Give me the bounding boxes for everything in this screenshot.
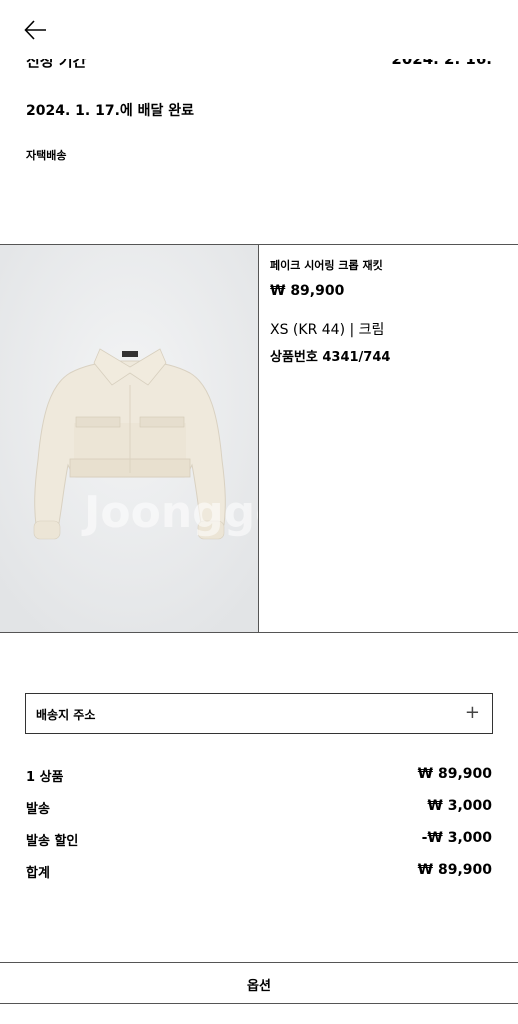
back-button[interactable] <box>22 16 50 44</box>
shipping-address-label: 배송지 주소 <box>36 708 96 722</box>
plus-icon[interactable]: + <box>465 702 480 723</box>
order-detail-page: 신청 기간 2024. 2. 16. 2024. 1. 17.에 배달 완료 자… <box>0 0 518 1024</box>
options-label: 옵션 <box>247 979 271 994</box>
delivery-method: 자택배송 <box>26 149 67 162</box>
cutoff-row: 신청 기간 2024. 2. 16. <box>0 44 518 70</box>
product-info: 페이크 시어링 크롭 재킷 ₩ 89,900 XS (KR 44) | 크림 상… <box>270 257 510 365</box>
delivery-status: 2024. 1. 17.에 배달 완료 <box>26 103 195 119</box>
summary-label: 1 상품 <box>26 770 64 785</box>
summary-row-shipping-discount: 발송 할인 -₩ 3,000 <box>26 828 492 860</box>
summary-value: ₩ 89,900 <box>417 862 492 878</box>
arrow-left-icon <box>24 20 46 40</box>
summary-label: 합계 <box>26 866 50 881</box>
product-sku: 상품번호 4341/744 <box>270 350 391 365</box>
return-period-date: 2024. 2. 16. <box>391 50 492 68</box>
order-summary: 1 상품 ₩ 89,900 발송 ₩ 3,000 발송 할인 -₩ 3,000 … <box>26 764 492 892</box>
summary-value: -₩ 3,000 <box>421 830 492 846</box>
summary-label: 발송 할인 <box>26 834 79 849</box>
watermark-text: Joonggo <box>81 487 258 538</box>
jacket-illustration: Joonggo <box>0 245 258 632</box>
return-period-label: 신청 기간 <box>26 52 87 70</box>
product-card[interactable]: Joonggo 페이크 시어링 크롭 재킷 ₩ 89,900 XS (KR 44… <box>0 244 518 633</box>
product-image[interactable]: Joonggo <box>0 245 259 632</box>
product-option: XS (KR 44) | 크림 <box>270 322 385 338</box>
summary-row-total: 합계 ₩ 89,900 <box>26 860 492 892</box>
summary-row-items: 1 상품 ₩ 89,900 <box>26 764 492 796</box>
summary-row-shipping: 발송 ₩ 3,000 <box>26 796 492 828</box>
options-button[interactable]: 옵션 <box>0 962 518 1004</box>
product-price: ₩ 89,900 <box>270 283 345 299</box>
summary-value: ₩ 3,000 <box>427 798 492 814</box>
shipping-address-toggle[interactable]: 배송지 주소 + <box>25 693 493 734</box>
summary-value: ₩ 89,900 <box>417 766 492 782</box>
summary-label: 발송 <box>26 802 50 817</box>
product-name[interactable]: 페이크 시어링 크롭 재킷 <box>270 257 510 273</box>
